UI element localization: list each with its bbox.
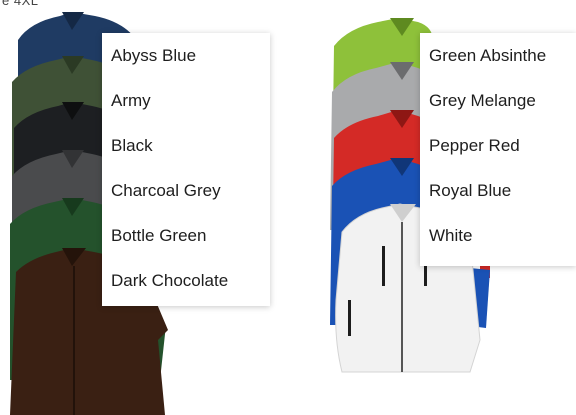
color-option-bottle-green[interactable]: Bottle Green — [102, 213, 270, 258]
right-color-list: Green Absinthe Grey Melange Pepper Red R… — [420, 33, 576, 266]
color-option-royal-blue[interactable]: Royal Blue — [420, 168, 576, 213]
color-option-army[interactable]: Army — [102, 78, 270, 123]
color-option-dark-chocolate[interactable]: Dark Chocolate — [102, 258, 270, 303]
color-option-white[interactable]: White — [420, 213, 576, 258]
color-option-pepper-red[interactable]: Pepper Red — [420, 123, 576, 168]
color-option-green-absinthe[interactable]: Green Absinthe — [420, 33, 576, 78]
left-color-list: Abyss Blue Army Black Charcoal Grey Bott… — [102, 33, 270, 306]
color-option-black[interactable]: Black — [102, 123, 270, 168]
color-option-grey-melange[interactable]: Grey Melange — [420, 78, 576, 123]
color-option-charcoal-grey[interactable]: Charcoal Grey — [102, 168, 270, 213]
color-option-abyss-blue[interactable]: Abyss Blue — [102, 33, 270, 78]
